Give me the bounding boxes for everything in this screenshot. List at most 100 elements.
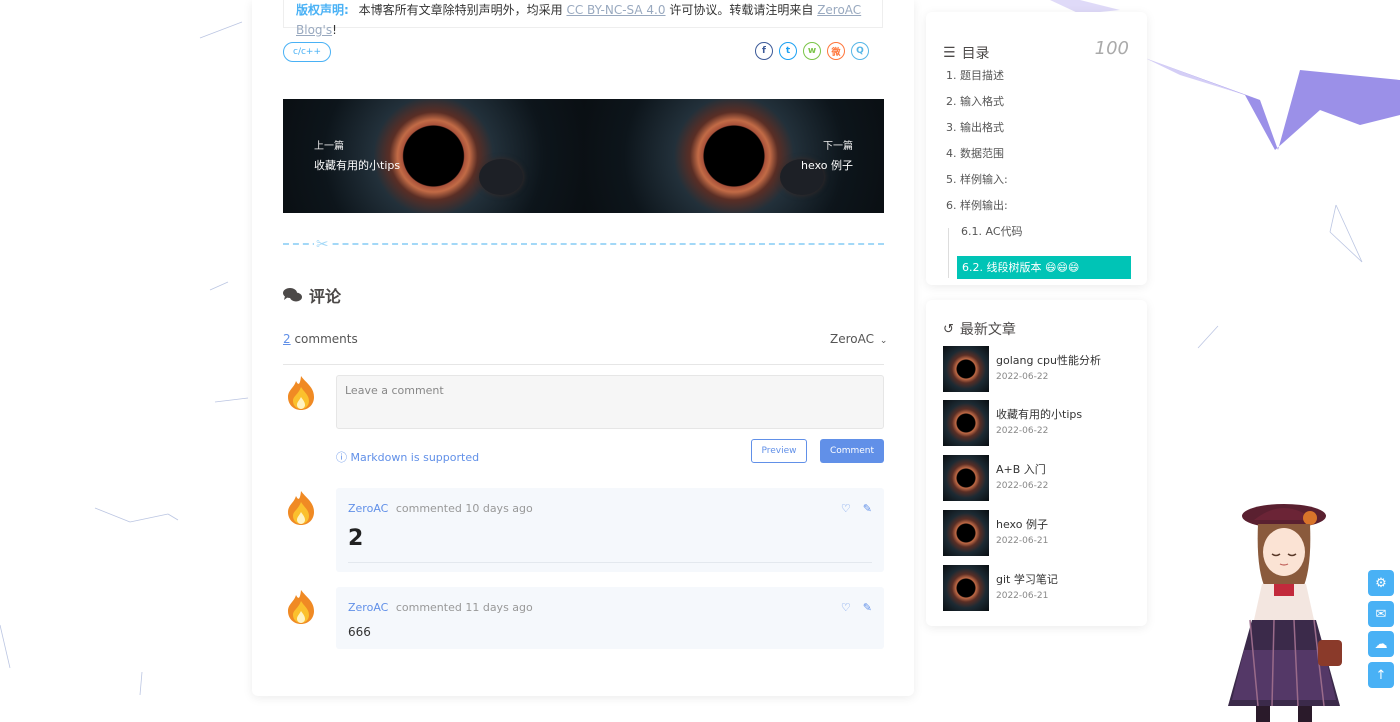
recent-post-item[interactable]: golang cpu性能分析 2022-06-22 [943, 346, 1133, 392]
toc-item[interactable]: 6. 样例输出: [946, 197, 1008, 213]
next-title: hexo 例子 [801, 159, 853, 172]
prev-post-link[interactable]: 上一篇 收藏有用的小tips [283, 99, 584, 213]
heart-icon[interactable]: ♡ [841, 601, 851, 614]
comment-author[interactable]: ZeroAC [348, 601, 388, 614]
arrow-up-icon[interactable]: ↑ [1368, 662, 1394, 688]
prev-label: 上一篇 [314, 141, 344, 152]
recent-post-date: 2022-06-22 [996, 426, 1049, 436]
recent-post-date: 2022-06-22 [996, 481, 1049, 491]
facebook-icon[interactable]: f [755, 42, 773, 60]
comment-button[interactable]: Comment [820, 439, 884, 463]
post-thumbnail[interactable] [943, 346, 989, 392]
avatar [288, 590, 314, 624]
comment-time: 11 days ago [465, 601, 533, 614]
post-card: 版权声明: 本博客所有文章除特别声明外，均采用 CC BY-NC-SA 4.0 … [252, 0, 914, 696]
toc-sub-indent-line [948, 228, 949, 278]
heart-icon[interactable]: ♡ [841, 502, 851, 515]
tag-pill[interactable]: c/c++ [283, 42, 332, 62]
info-icon: ⓘ [336, 451, 347, 464]
comments-title: 评论 [309, 287, 342, 306]
comment-count: 2 comments [283, 332, 358, 346]
post-thumbnail[interactable] [943, 455, 989, 501]
gear-icon[interactable]: ⚙ [1368, 570, 1394, 596]
comment-verb: commented [395, 601, 462, 614]
live2d-mascot[interactable] [1214, 500, 1364, 722]
comment-actions: ♡ ✎ [841, 502, 872, 515]
toc-item[interactable]: 2. 输入格式 [946, 93, 1004, 109]
recent-post-item[interactable]: A+B 入门 2022-06-22 [943, 455, 1133, 501]
markdown-note[interactable]: ⓘ Markdown is supported [336, 449, 479, 465]
avatar [288, 491, 314, 525]
comment-item: ZeroAC commented 11 days ago ♡ ✎ 666 [336, 587, 884, 649]
comment-author[interactable]: ZeroAC [348, 502, 388, 515]
toc-item[interactable]: 4. 数据范围 [946, 145, 1004, 161]
comment-body: 666 [348, 625, 371, 639]
wechat-icon[interactable]: w [803, 42, 821, 60]
recent-post-date: 2022-06-21 [996, 536, 1049, 546]
copyright-text: 本博客所有文章除特别声明外，均采用 [358, 3, 563, 17]
header-separator [283, 364, 884, 365]
toc-item[interactable]: 6.1. AC代码 [961, 223, 1023, 239]
recent-post-date: 2022-06-21 [996, 591, 1049, 601]
comment-icon[interactable]: ✉ [1368, 601, 1394, 627]
recent-posts-card: ↺ 最新文章 golang cpu性能分析 2022-06-22 收藏有用的小t… [926, 300, 1147, 626]
copyright-text-end: ! [332, 23, 337, 37]
weibo-icon[interactable]: 微 [827, 42, 845, 60]
copyright-notice: 版权声明: 本博客所有文章除特别声明外，均采用 CC BY-NC-SA 4.0 … [283, 0, 883, 37]
edit-icon[interactable]: ✎ [863, 502, 872, 515]
recent-post-title[interactable]: A+B 入门 [996, 461, 1046, 477]
comment-count-label: comments [290, 332, 358, 346]
toc-progress-percent: 100 [1094, 38, 1129, 59]
preview-button[interactable]: Preview [751, 439, 807, 463]
license-link[interactable]: CC BY-NC-SA 4.0 [566, 3, 665, 17]
chat-icon[interactable]: ☁ [1368, 631, 1394, 657]
user-dropdown[interactable]: ZeroAC ⌄ [830, 332, 887, 346]
comments-heading: 评论 [283, 283, 341, 307]
chevron-down-icon: ⌄ [879, 336, 888, 346]
comment-count-number[interactable]: 2 [283, 332, 291, 346]
recent-post-title[interactable]: golang cpu性能分析 [996, 352, 1101, 368]
recent-post-title[interactable]: 收藏有用的小tips [996, 406, 1082, 422]
recent-post-date: 2022-06-22 [996, 372, 1049, 382]
toc-item-active[interactable]: 6.2. 线段树版本 😄😄😄 [957, 256, 1131, 279]
prev-title: 收藏有用的小tips [314, 159, 401, 172]
next-label: 下一篇 [823, 141, 853, 152]
edit-icon[interactable]: ✎ [863, 601, 872, 614]
history-icon: ↺ [943, 321, 954, 337]
toc-item[interactable]: 5. 样例输入: [946, 171, 1008, 187]
recent-post-item[interactable]: hexo 例子 2022-06-21 [943, 510, 1133, 556]
recent-posts-title: 最新文章 [959, 322, 1016, 338]
next-post-link[interactable]: 下一篇 hexo 例子 [583, 99, 884, 213]
toc-title: 目录 [961, 46, 990, 62]
comment-body: 2 [348, 526, 364, 551]
recent-post-title[interactable]: git 学习笔记 [996, 571, 1058, 587]
recent-post-item[interactable]: git 学习笔记 2022-06-21 [943, 565, 1133, 611]
recent-posts-heading: ↺ 最新文章 [943, 319, 1016, 339]
dashed-divider [283, 243, 884, 245]
comment-meta: ZeroAC commented 10 days ago [348, 502, 533, 515]
qq-icon[interactable]: Q [851, 42, 869, 60]
comment-textarea[interactable]: Leave a comment [336, 375, 884, 429]
markdown-note-text: Markdown is supported [350, 451, 480, 464]
avatar [288, 376, 314, 410]
copyright-label: 版权声明: [296, 3, 349, 17]
scissors-icon: ✂ [314, 235, 331, 253]
comment-time: 10 days ago [465, 502, 533, 515]
comments-icon [283, 288, 302, 302]
user-name: ZeroAC [830, 332, 874, 346]
comment-actions: ♡ ✎ [841, 601, 872, 614]
post-thumbnail[interactable] [943, 400, 989, 446]
copyright-text-middle: 许可协议。转载请注明来自 [669, 3, 814, 17]
post-navigation: 上一篇 收藏有用的小tips 下一篇 hexo 例子 [283, 99, 884, 213]
comment-meta: ZeroAC commented 11 days ago [348, 601, 533, 614]
post-thumbnail[interactable] [943, 510, 989, 556]
list-icon: ☰ [943, 45, 956, 61]
comment-verb: commented [395, 502, 462, 515]
recent-post-title[interactable]: hexo 例子 [996, 516, 1048, 532]
twitter-icon[interactable]: t [779, 42, 797, 60]
toc-item[interactable]: 3. 输出格式 [946, 119, 1004, 135]
toc-item[interactable]: 1. 题目描述 [946, 67, 1004, 83]
post-thumbnail[interactable] [943, 565, 989, 611]
comment-heading-rule [348, 562, 872, 563]
recent-post-item[interactable]: 收藏有用的小tips 2022-06-22 [943, 400, 1133, 446]
